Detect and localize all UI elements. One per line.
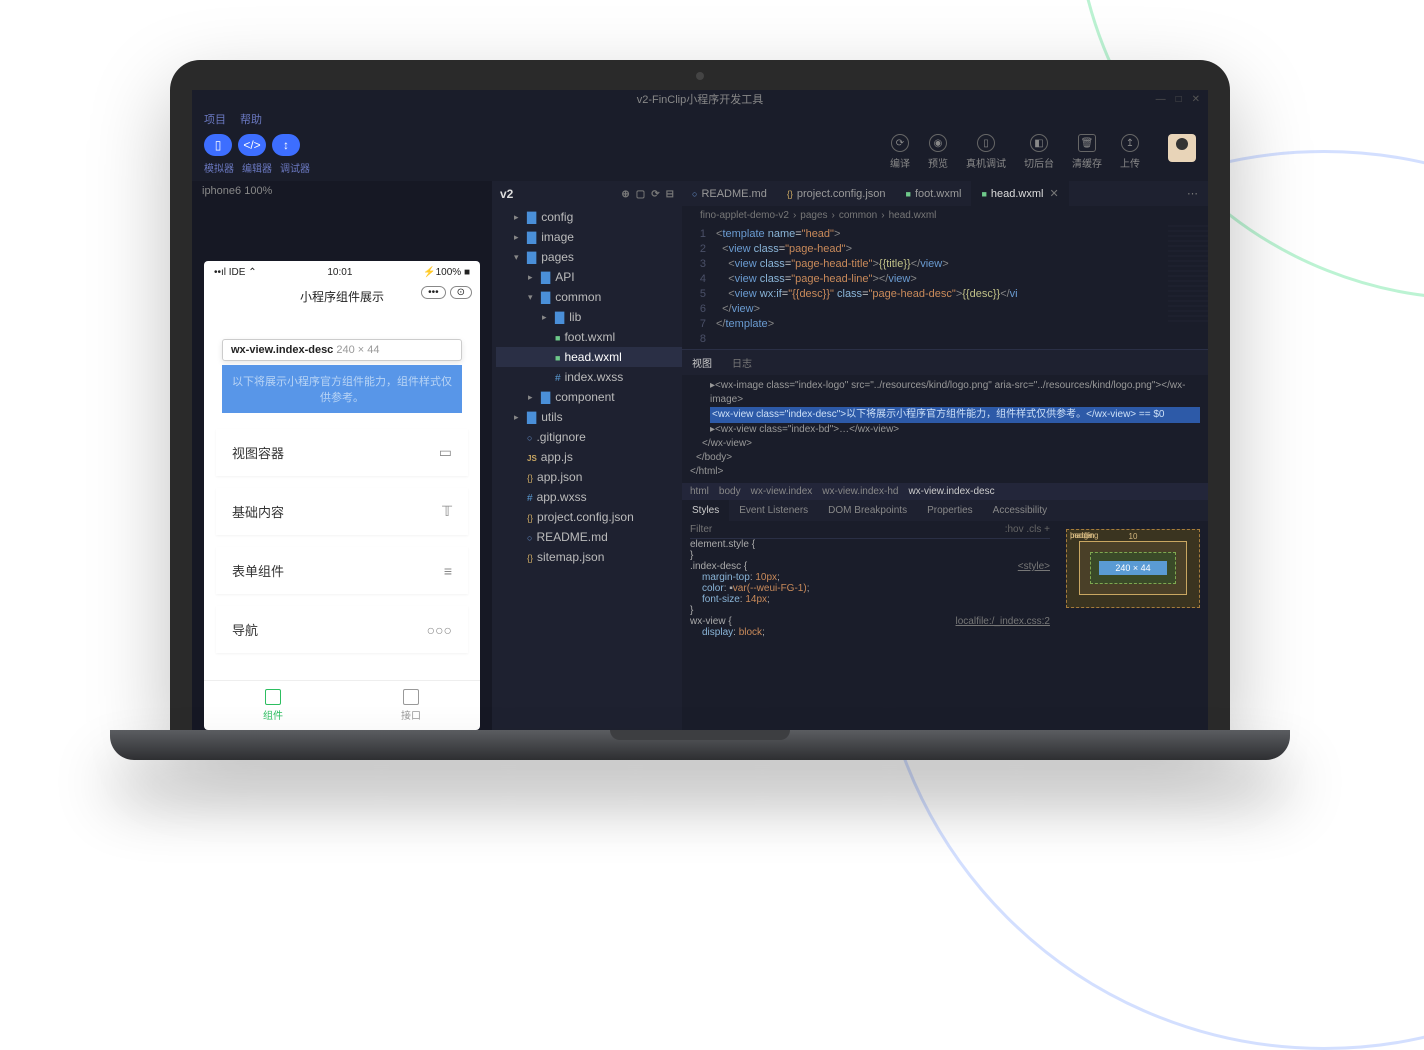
subtab-styles[interactable]: Styles bbox=[682, 500, 729, 521]
app-title: 小程序组件展示 bbox=[300, 290, 384, 304]
toolbar: ▯ </> ↕ 模拟器 编辑器 调试器 ⟳编译 ◉预览 ▯真机调试 ◧切后台 🗑… bbox=[192, 130, 1208, 181]
dbg-tab-view[interactable]: 视图 bbox=[682, 350, 722, 375]
add-rule-icon[interactable]: + bbox=[1044, 524, 1050, 535]
phone-tab-components[interactable]: 组件 bbox=[204, 681, 342, 730]
tree-file[interactable]: app.json bbox=[496, 467, 682, 487]
styles-tabs: Styles Event Listeners DOM Breakpoints P… bbox=[682, 500, 1208, 521]
tree-folder[interactable]: ▸▇component bbox=[496, 387, 682, 407]
project-root[interactable]: v2 bbox=[500, 187, 513, 201]
tree-file[interactable]: sitemap.json bbox=[496, 547, 682, 567]
simulator-panel: iphone6 100% ••ıl IDE ⌃ 10:01 ⚡100% ■ 小程… bbox=[192, 181, 492, 730]
editor-panel: README.md project.config.json foot.wxml … bbox=[682, 181, 1208, 730]
tree-folder[interactable]: ▸▇config bbox=[496, 207, 682, 227]
tree-folder[interactable]: ▸▇API bbox=[496, 267, 682, 287]
debugger-pill[interactable]: ↕ bbox=[272, 134, 300, 156]
list-item[interactable]: 视图容器▭ bbox=[216, 429, 468, 476]
simulator-pill[interactable]: ▯ bbox=[204, 134, 232, 156]
inspect-tooltip: wx-view.index-desc 240 × 44 bbox=[222, 339, 462, 361]
list-item[interactable]: 基础内容𝕋 bbox=[216, 488, 468, 535]
tree-folder[interactable]: ▸▇image bbox=[496, 227, 682, 247]
dom-tree[interactable]: ▸<wx-image class="index-logo" src="../re… bbox=[682, 375, 1208, 483]
tree-file[interactable]: project.config.json bbox=[496, 507, 682, 527]
sim-device-label: iphone6 100% bbox=[192, 181, 492, 201]
remote-action[interactable]: ▯真机调试 bbox=[966, 134, 1006, 170]
styles-filter[interactable] bbox=[690, 524, 1005, 535]
subtab-props[interactable]: Properties bbox=[917, 500, 983, 521]
tree-folder[interactable]: ▾▇pages bbox=[496, 247, 682, 267]
tree-file[interactable]: .gitignore bbox=[496, 427, 682, 447]
subtab-dombp[interactable]: DOM Breakpoints bbox=[818, 500, 917, 521]
tree-file-active[interactable]: head.wxml bbox=[496, 347, 682, 367]
dom-breadcrumb[interactable]: htmlbodywx-view.indexwx-view.index-hdwx-… bbox=[682, 483, 1208, 500]
new-file-icon[interactable]: ⊕ bbox=[621, 189, 629, 200]
dbg-tab-log[interactable]: 日志 bbox=[722, 350, 762, 375]
subtab-a11y[interactable]: Accessibility bbox=[983, 500, 1057, 521]
tree-file[interactable]: app.wxss bbox=[496, 487, 682, 507]
list-item[interactable]: 表单组件≡ bbox=[216, 547, 468, 594]
box-model: margin 10 border padding 240 × 44 bbox=[1058, 521, 1208, 661]
tree-file[interactable]: index.wxss bbox=[496, 367, 682, 387]
tree-folder[interactable]: ▸▇utils bbox=[496, 407, 682, 427]
ide-window: v2-FinClip小程序开发工具 —□✕ 项目 帮助 ▯ </> ↕ 模拟器 … bbox=[192, 90, 1208, 730]
compile-action[interactable]: ⟳编译 bbox=[890, 134, 910, 170]
window-controls[interactable]: —□✕ bbox=[1156, 94, 1200, 105]
menu-project[interactable]: 项目 bbox=[204, 111, 226, 127]
tab-readme[interactable]: README.md bbox=[682, 181, 777, 206]
cache-action[interactable]: 🗑清缓存 bbox=[1072, 134, 1102, 170]
selected-element[interactable]: 以下将展示小程序官方组件能力，组件样式仅供参考。 bbox=[222, 365, 462, 413]
dom-selected[interactable]: <wx-view class="index-desc">以下将展示小程序官方组件… bbox=[710, 407, 1200, 423]
file-explorer: v2 ⊕ ▢ ⟳ ⊟ ▸▇config ▸▇image ▾▇pages ▸▇API ▾… bbox=[492, 181, 682, 730]
laptop-frame: v2-FinClip小程序开发工具 —□✕ 项目 帮助 ▯ </> ↕ 模拟器 … bbox=[170, 60, 1230, 760]
editor-tabs: README.md project.config.json foot.wxml … bbox=[682, 181, 1208, 206]
close-icon[interactable]: ✕ bbox=[1049, 187, 1058, 200]
titlebar: v2-FinClip小程序开发工具 —□✕ bbox=[192, 90, 1208, 108]
window-title: v2-FinClip小程序开发工具 bbox=[637, 91, 764, 107]
tab-head[interactable]: head.wxml✕ bbox=[971, 181, 1068, 206]
tab-projconf[interactable]: project.config.json bbox=[777, 181, 896, 206]
debugger-tabs: 视图 日志 bbox=[682, 349, 1208, 375]
list-item[interactable]: 导航○○○ bbox=[216, 606, 468, 653]
phone-tab-api[interactable]: 接口 bbox=[342, 681, 480, 730]
background-action[interactable]: ◧切后台 bbox=[1024, 134, 1054, 170]
phone-simulator[interactable]: ••ıl IDE ⌃ 10:01 ⚡100% ■ 小程序组件展示 •••⊙ wx… bbox=[204, 261, 480, 730]
tree-file[interactable]: app.js bbox=[496, 447, 682, 467]
tab-foot[interactable]: foot.wxml bbox=[896, 181, 972, 206]
avatar[interactable] bbox=[1168, 134, 1196, 162]
minimap[interactable] bbox=[1168, 225, 1208, 325]
menubar: 项目 帮助 bbox=[192, 108, 1208, 130]
tree-folder[interactable]: ▾▇common bbox=[496, 287, 682, 307]
preview-action[interactable]: ◉预览 bbox=[928, 134, 948, 170]
menu-help[interactable]: 帮助 bbox=[240, 111, 262, 127]
upload-action[interactable]: ↥上传 bbox=[1120, 134, 1140, 170]
editor-pill[interactable]: </> bbox=[238, 134, 266, 156]
tree-folder[interactable]: ▸▇lib bbox=[496, 307, 682, 327]
styles-pane[interactable]: :hov .cls + element.style {} .index-desc… bbox=[682, 521, 1058, 661]
new-folder-icon[interactable]: ▢ bbox=[636, 189, 645, 200]
breadcrumb[interactable]: fino-applet-demo-v2›pages›common›head.wx… bbox=[682, 206, 1208, 225]
refresh-icon[interactable]: ⟳ bbox=[651, 189, 659, 200]
collapse-icon[interactable]: ⊟ bbox=[666, 189, 674, 200]
tabs-overflow[interactable]: ⋯ bbox=[1177, 181, 1208, 206]
tree-file[interactable]: README.md bbox=[496, 527, 682, 547]
tree-file[interactable]: foot.wxml bbox=[496, 327, 682, 347]
subtab-events[interactable]: Event Listeners bbox=[729, 500, 818, 521]
code-editor[interactable]: 1<template name="head">2 <view class="pa… bbox=[682, 225, 1208, 349]
